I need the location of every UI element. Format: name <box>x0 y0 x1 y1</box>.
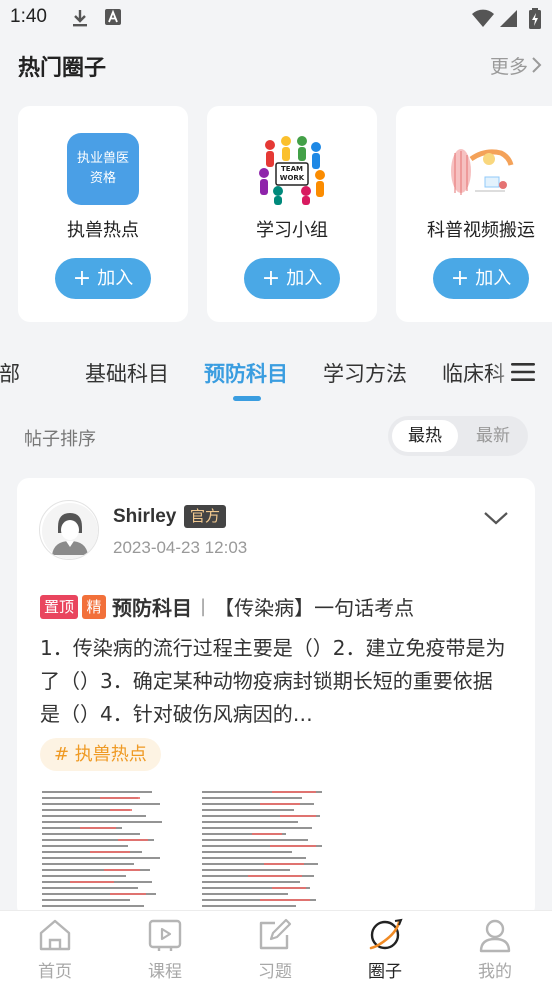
post-image-1[interactable] <box>40 784 192 914</box>
nav-label: 圈子 <box>368 962 402 982</box>
download-icon <box>73 10 87 27</box>
nav-courses[interactable]: 课程 <box>110 911 220 983</box>
circle-card-science-video[interactable]: 科普视频搬运 + 加入 <box>396 106 552 322</box>
official-badge: 官方 <box>184 505 227 528</box>
tab-study-methods[interactable]: 学习方法 <box>323 358 407 388</box>
sort-label: 帖子排序 <box>24 429 96 450</box>
post-title[interactable]: 【传染病】一句话考点 <box>214 592 414 621</box>
nav-label: 课程 <box>148 962 182 982</box>
join-label: 加入 <box>475 268 512 289</box>
battery-icon <box>529 8 541 29</box>
join-label: 加入 <box>97 268 134 289</box>
post-body[interactable]: 1．传染病的流行过程主要是（）2．建立免疫带是为了（）3．确定某种动物疫病封锁期… <box>40 632 512 734</box>
thumbnail-text: 执业兽医 <box>76 151 129 166</box>
nav-exercises[interactable]: 习题 <box>220 911 330 983</box>
circle-name: 执兽热点 <box>67 220 139 241</box>
post-image-2[interactable] <box>200 784 352 914</box>
user-icon <box>479 919 511 953</box>
circle-card-study-group[interactable]: TEAM WORK 学习小组 + 加入 <box>207 106 377 322</box>
active-tab-indicator <box>233 396 261 401</box>
thumbnail-text: TEAM <box>281 165 303 173</box>
join-button[interactable]: + 加入 <box>244 258 340 299</box>
sort-option-newest[interactable]: 最新 <box>460 420 526 452</box>
nav-circles[interactable]: 圈子 <box>330 911 440 983</box>
nav-profile[interactable]: 我的 <box>440 911 550 983</box>
thumbnail-text: 资格 <box>89 171 116 186</box>
edit-icon <box>259 918 292 950</box>
signal-icon <box>500 10 517 27</box>
author-name[interactable]: Shirley <box>113 506 176 528</box>
thumbnail-text: WORK <box>279 174 305 182</box>
tab-prevention-subjects[interactable]: 预防科目 <box>204 358 288 388</box>
nav-home[interactable]: 首页 <box>0 911 110 983</box>
more-link[interactable]: 更多 <box>490 52 528 79</box>
home-icon <box>39 919 71 951</box>
sort-option-hottest[interactable]: 最热 <box>392 420 458 452</box>
join-button[interactable]: + 加入 <box>433 258 529 299</box>
plus-icon: + <box>261 266 281 291</box>
tab-all[interactable]: 全部 <box>0 358 20 388</box>
document-page-thumbnail <box>202 791 322 907</box>
join-button[interactable]: + 加入 <box>55 258 151 299</box>
plus-icon: + <box>450 266 470 291</box>
text-app-icon <box>105 9 121 25</box>
plus-icon: + <box>72 266 92 291</box>
video-play-icon <box>148 919 182 951</box>
post-timestamp: 2023-04-23 12:03 <box>113 538 248 557</box>
nav-label: 首页 <box>38 962 72 982</box>
category-tabs: 全部 基础科目 预防科目 学习方法 临床科 <box>0 346 552 402</box>
hot-circles-header: 热门圈子 更多 <box>0 36 552 94</box>
default-user-avatar-icon <box>42 503 98 559</box>
status-time: 1:40 <box>10 6 47 27</box>
chevron-down-icon[interactable] <box>483 510 509 526</box>
tab-basic-subjects[interactable]: 基础科目 <box>85 358 169 388</box>
document-page-thumbnail <box>42 791 162 907</box>
sort-toggle: 最热 最新 <box>388 416 528 456</box>
bottom-nav: 首页 课程 习题 圈子 我的 <box>0 910 552 983</box>
anatomy-illustration-icon <box>451 149 514 195</box>
status-bar: 1:40 <box>0 0 552 36</box>
planet-icon <box>369 918 403 950</box>
featured-badge: 精 <box>82 594 107 619</box>
nav-label: 我的 <box>478 962 512 982</box>
chevron-right-icon[interactable] <box>530 56 542 74</box>
circle-card-vet-hot[interactable]: 执业兽医 资格 执兽热点 + 加入 <box>18 106 188 322</box>
hashtag-chip[interactable]: # 执兽热点 <box>40 738 161 771</box>
post-topic[interactable]: 预防科目 <box>112 592 192 621</box>
hot-circles-list: 执业兽医 资格 执兽热点 + 加入 TEAM WORK 学习小组 + 加入 科普… <box>0 106 552 324</box>
circle-name: 学习小组 <box>256 220 328 241</box>
circle-thumbnail: 执业兽医 资格 <box>67 133 139 205</box>
post-card[interactable]: Shirley 官方 2023-04-23 12:03 置顶精预防科目 | 【传染病… <box>17 478 535 918</box>
circle-thumbnail: TEAM WORK <box>256 133 328 205</box>
menu-icon[interactable] <box>511 362 535 382</box>
title-separator: | <box>200 596 207 617</box>
avatar[interactable] <box>39 500 99 560</box>
pinned-badge: 置顶 <box>40 594 79 619</box>
nav-label: 习题 <box>258 962 292 982</box>
wifi-icon <box>472 9 494 27</box>
hot-circles-title: 热门圈子 <box>18 56 107 81</box>
circle-name: 科普视频搬运 <box>427 220 535 241</box>
post-sort-row: 帖子排序 最热 最新 <box>0 412 552 460</box>
circle-thumbnail <box>445 133 517 205</box>
post-title-line: 置顶精预防科目 | 【传染病】一句话考点 <box>40 592 414 620</box>
join-label: 加入 <box>286 268 323 289</box>
